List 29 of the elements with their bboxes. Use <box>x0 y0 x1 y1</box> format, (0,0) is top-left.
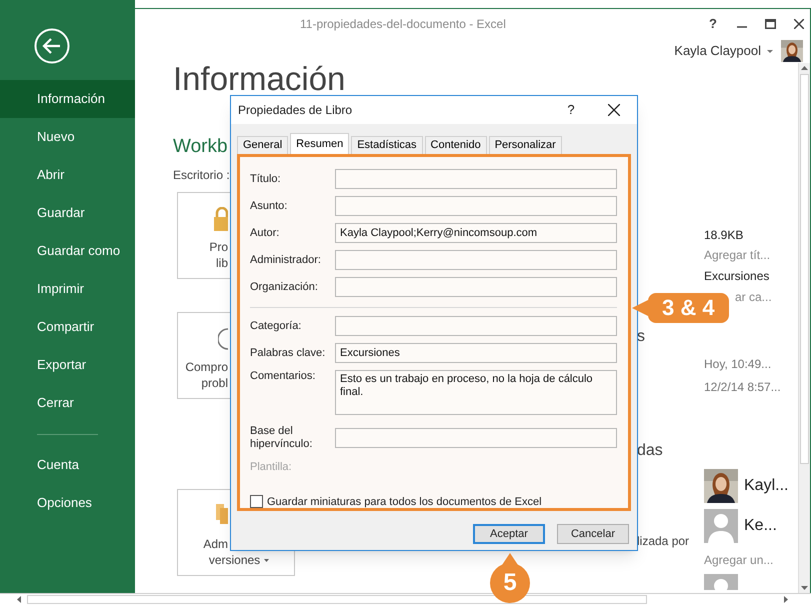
section-heading: s <box>637 327 645 347</box>
date-value: Hoy, 10:49... <box>704 356 772 372</box>
field-label: Categoría: <box>250 320 302 332</box>
field-label: Asunto: <box>250 200 288 212</box>
date-value: 12/2/14 8:57... <box>704 379 781 395</box>
tile-label: Adm <box>203 536 228 552</box>
field-label: Base del hipervínculo: <box>250 425 314 451</box>
tile-label: lib <box>216 255 228 271</box>
section-heading: das <box>637 441 663 461</box>
tile-label: Pro <box>209 239 228 255</box>
template-label: Plantilla: <box>250 460 292 475</box>
property-value: 18.9KB <box>704 227 744 243</box>
property-value: Excursiones <box>704 268 770 284</box>
window-title: 11-propiedades-del-documento - Excel <box>300 16 506 33</box>
file-name: Workb <box>173 135 228 159</box>
field-label: Autor: <box>250 226 280 240</box>
field-label: Título: <box>250 172 282 186</box>
field-label: Comentarios: <box>250 370 316 383</box>
dialog-title: Propiedades de Libro <box>238 102 352 119</box>
tile-label: Compro <box>185 359 228 375</box>
page-heading: Información <box>173 63 346 95</box>
file-location: Escritorio : <box>173 167 230 183</box>
field-label: Organización: <box>250 280 319 294</box>
field-label: Administrador: <box>250 254 322 266</box>
step-badge: 5 <box>490 563 530 603</box>
tile-label: versiones <box>208 552 260 568</box>
property-label: lizada por <box>637 533 690 549</box>
tile-label: probl <box>201 375 228 391</box>
field-label: Palabras clave: <box>250 346 326 360</box>
